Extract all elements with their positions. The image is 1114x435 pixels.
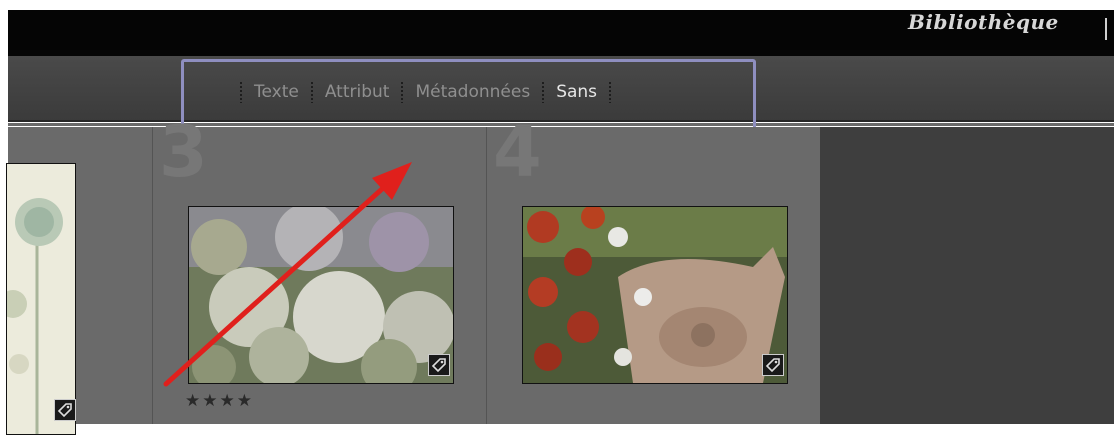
module-library-link[interactable]: Bibliothèque xyxy=(908,10,1059,34)
module-picker-bar: Bibliothèque xyxy=(8,10,1114,56)
cell-index-number: 4 xyxy=(493,111,542,193)
photo-grid: 3 ★★★★ 4 xyxy=(6,117,1114,435)
module-separator xyxy=(1105,18,1107,40)
tag-icon xyxy=(428,354,450,376)
star-rating[interactable]: ★★★★ xyxy=(185,391,254,411)
photo-thumbnail[interactable] xyxy=(188,206,454,384)
photo-thumbnail[interactable] xyxy=(6,163,76,435)
photo-thumbnail[interactable] xyxy=(522,206,788,384)
tag-icon xyxy=(762,354,784,376)
grid-cell[interactable] xyxy=(6,127,153,435)
tag-icon xyxy=(54,399,76,421)
grid-cell[interactable]: 3 ★★★★ xyxy=(153,117,487,424)
cell-index-number: 3 xyxy=(159,111,208,193)
grid-cell[interactable]: 4 xyxy=(487,117,820,424)
